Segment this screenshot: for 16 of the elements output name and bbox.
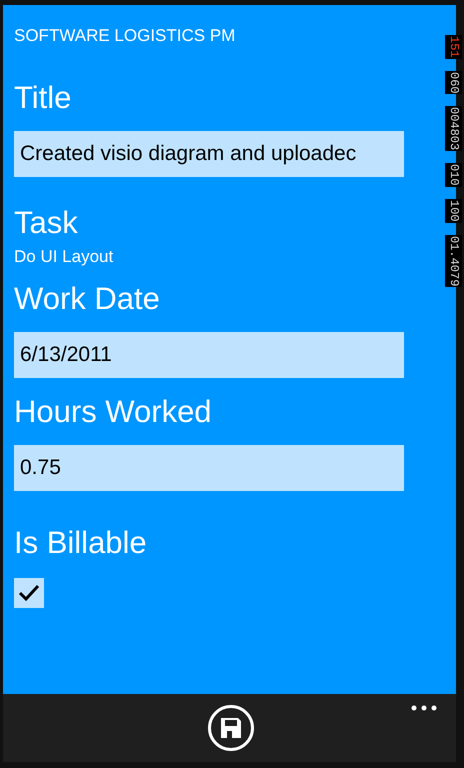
text-field[interactable]: Created visio diagram and uploadec [14,131,404,177]
save-button[interactable] [208,705,254,751]
billable-checkbox[interactable] [14,578,44,608]
frame-counter: 004803 [445,106,462,152]
field-label: Is Billable [14,527,148,558]
frame-counter: 01.4079 [445,234,462,288]
more-icon [411,705,437,711]
frame-counter: 010 [445,163,462,188]
frame-counter: 060 [445,70,462,94]
text-field[interactable]: 0.75 [14,445,404,491]
text-field[interactable]: 6/13/2011 [14,332,404,378]
frame-counter: 151 [445,35,462,59]
frame-counter: 100 [445,199,462,223]
field-label: Hours Worked [14,396,213,427]
check-icon [18,584,40,602]
field-label: Work Date [14,283,161,314]
